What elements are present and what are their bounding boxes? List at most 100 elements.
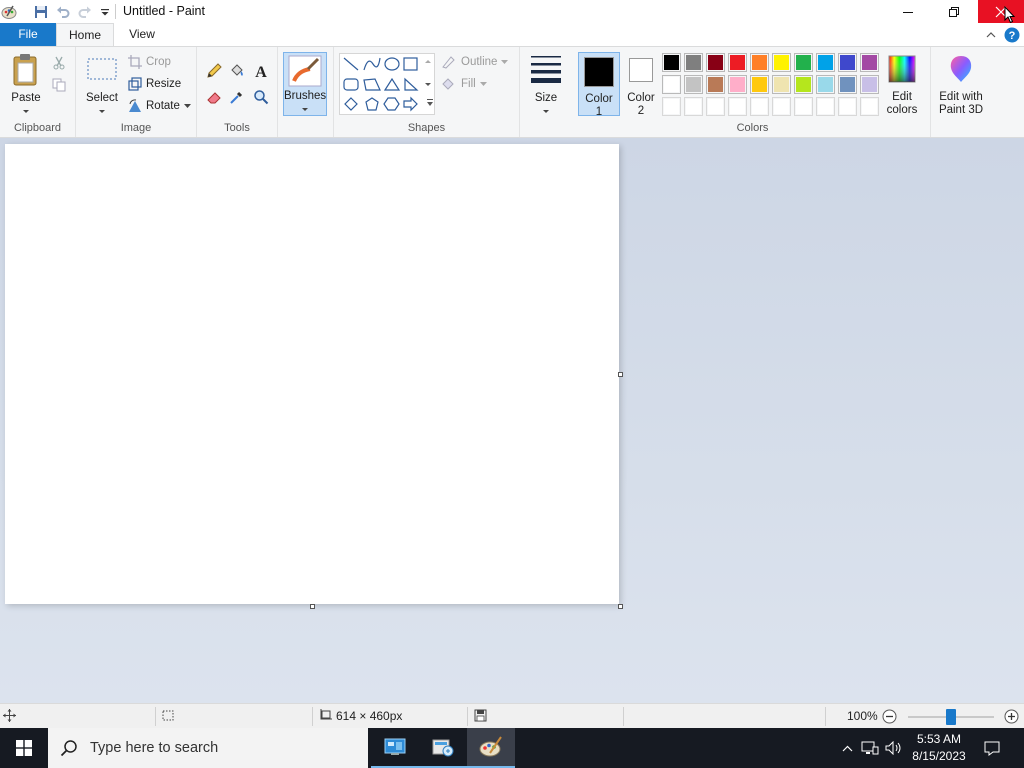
swatch-fill xyxy=(840,77,855,92)
eraser-icon[interactable] xyxy=(204,87,224,107)
resize-button[interactable]: Resize xyxy=(128,74,181,94)
custom-color-slot[interactable] xyxy=(838,97,857,116)
undo-icon[interactable] xyxy=(54,3,72,21)
network-icon[interactable] xyxy=(860,728,880,768)
magnifier-icon[interactable] xyxy=(251,87,271,107)
tab-view[interactable]: View xyxy=(114,23,170,46)
palette-color-swatch[interactable] xyxy=(728,75,747,94)
palette-color-swatch[interactable] xyxy=(794,53,813,72)
custom-color-slot[interactable] xyxy=(772,97,791,116)
select-button[interactable]: Select xyxy=(82,57,122,117)
start-button[interactable] xyxy=(0,728,48,768)
custom-color-slot[interactable] xyxy=(816,97,835,116)
brushes-button[interactable]: Brushes xyxy=(283,52,327,116)
minimize-icon xyxy=(903,11,913,13)
custom-color-slot[interactable] xyxy=(750,97,769,116)
resize-handle-right[interactable] xyxy=(618,372,623,377)
palette-color-swatch[interactable] xyxy=(816,75,835,94)
collapse-ribbon-icon[interactable] xyxy=(983,27,999,43)
swatch-fill xyxy=(730,77,745,92)
zoom-slider-track[interactable] xyxy=(908,709,994,725)
volume-icon[interactable] xyxy=(884,728,904,768)
resize-handle-corner[interactable] xyxy=(618,604,623,609)
paint-app-icon[interactable] xyxy=(0,3,18,21)
text-icon[interactable]: A xyxy=(251,61,271,81)
color2-button[interactable]: Color 2 xyxy=(623,52,659,118)
palette-color-swatch[interactable] xyxy=(838,75,857,94)
color-picker-icon[interactable] xyxy=(227,87,247,107)
fill-icon xyxy=(442,78,454,90)
fill-bucket-icon[interactable] xyxy=(227,61,247,81)
palette-color-swatch[interactable] xyxy=(794,75,813,94)
palette-color-swatch[interactable] xyxy=(706,75,725,94)
swatch-fill xyxy=(796,99,811,114)
swatch-fill xyxy=(752,99,767,114)
taskbar-app-paint[interactable] xyxy=(467,728,515,768)
zoom-in-button[interactable] xyxy=(1004,709,1019,727)
shapes-more-icon[interactable] xyxy=(420,93,440,113)
zoom-out-button[interactable] xyxy=(882,709,897,727)
swatch-fill xyxy=(686,77,701,92)
triangle-shape-icon xyxy=(383,77,401,91)
palette-color-swatch[interactable] xyxy=(706,53,725,72)
custom-color-slot[interactable] xyxy=(728,97,747,116)
palette-color-swatch[interactable] xyxy=(860,75,879,94)
palette-color-swatch[interactable] xyxy=(860,53,879,72)
custom-color-slot[interactable] xyxy=(860,97,879,116)
paste-button[interactable]: Paste xyxy=(6,53,46,117)
palette-color-swatch[interactable] xyxy=(662,53,681,72)
palette-color-swatch[interactable] xyxy=(684,75,703,94)
custom-color-slot[interactable] xyxy=(794,97,813,116)
rotate-button[interactable]: Rotate xyxy=(128,96,191,116)
palette-color-swatch[interactable] xyxy=(838,53,857,72)
palette-color-swatch[interactable] xyxy=(772,75,791,94)
copy-icon[interactable] xyxy=(49,75,69,95)
notifications-icon[interactable] xyxy=(978,728,1006,768)
paint-icon xyxy=(479,736,502,757)
save-icon[interactable] xyxy=(32,3,50,21)
help-icon[interactable]: ? xyxy=(1004,27,1020,43)
color1-button[interactable]: Color 1 xyxy=(578,52,620,118)
palette-color-swatch[interactable] xyxy=(750,75,769,94)
tab-file[interactable]: File xyxy=(0,23,56,46)
custom-color-slot[interactable] xyxy=(706,97,725,116)
custom-color-slot[interactable] xyxy=(684,97,703,116)
diamond-shape-icon xyxy=(344,97,358,111)
palette-color-swatch[interactable] xyxy=(772,53,791,72)
zoom-slider-thumb[interactable] xyxy=(946,709,956,725)
taskbar-app-explorer[interactable] xyxy=(419,728,467,768)
minimize-button[interactable] xyxy=(885,0,931,23)
tray-overflow-icon[interactable] xyxy=(838,728,856,768)
crop-button[interactable]: Crop xyxy=(128,52,171,72)
resize-handle-bottom[interactable] xyxy=(310,604,315,609)
tab-home[interactable]: Home xyxy=(56,23,114,47)
swatch-fill xyxy=(818,55,833,70)
cut-icon[interactable] xyxy=(49,53,69,73)
taskbar-search-box[interactable]: Type here to search xyxy=(48,728,368,768)
drawing-canvas[interactable] xyxy=(5,144,619,604)
redo-icon[interactable] xyxy=(76,3,94,21)
edit-with-paint3d-button[interactable]: Edit with Paint 3D xyxy=(933,54,989,117)
search-icon xyxy=(60,740,77,757)
edit-colors-icon xyxy=(888,55,916,83)
edit-colors-button[interactable]: Edit colors xyxy=(880,54,924,117)
fill-button[interactable]: Fill xyxy=(441,74,487,94)
taskbar-app-control-panel[interactable] xyxy=(371,728,419,768)
outline-button[interactable]: Outline xyxy=(441,52,509,72)
swatch-fill xyxy=(664,77,679,92)
pencil-icon[interactable] xyxy=(204,61,224,81)
custom-color-slot[interactable] xyxy=(662,97,681,116)
svg-text:?: ? xyxy=(1009,30,1016,42)
customize-toolbar-icon[interactable] xyxy=(96,3,114,21)
palette-color-swatch[interactable] xyxy=(750,53,769,72)
chevron-down-icon xyxy=(501,60,509,64)
close-button[interactable] xyxy=(978,0,1024,24)
taskbar-clock[interactable]: 5:53 AM 8/15/2023 xyxy=(908,731,970,765)
palette-color-swatch[interactable] xyxy=(662,75,681,94)
palette-color-swatch[interactable] xyxy=(816,53,835,72)
restore-button[interactable] xyxy=(931,0,977,23)
size-button[interactable]: Size xyxy=(526,53,566,117)
palette-color-swatch[interactable] xyxy=(684,53,703,72)
palette-color-swatch[interactable] xyxy=(728,53,747,72)
system-tool-icon xyxy=(432,739,454,757)
